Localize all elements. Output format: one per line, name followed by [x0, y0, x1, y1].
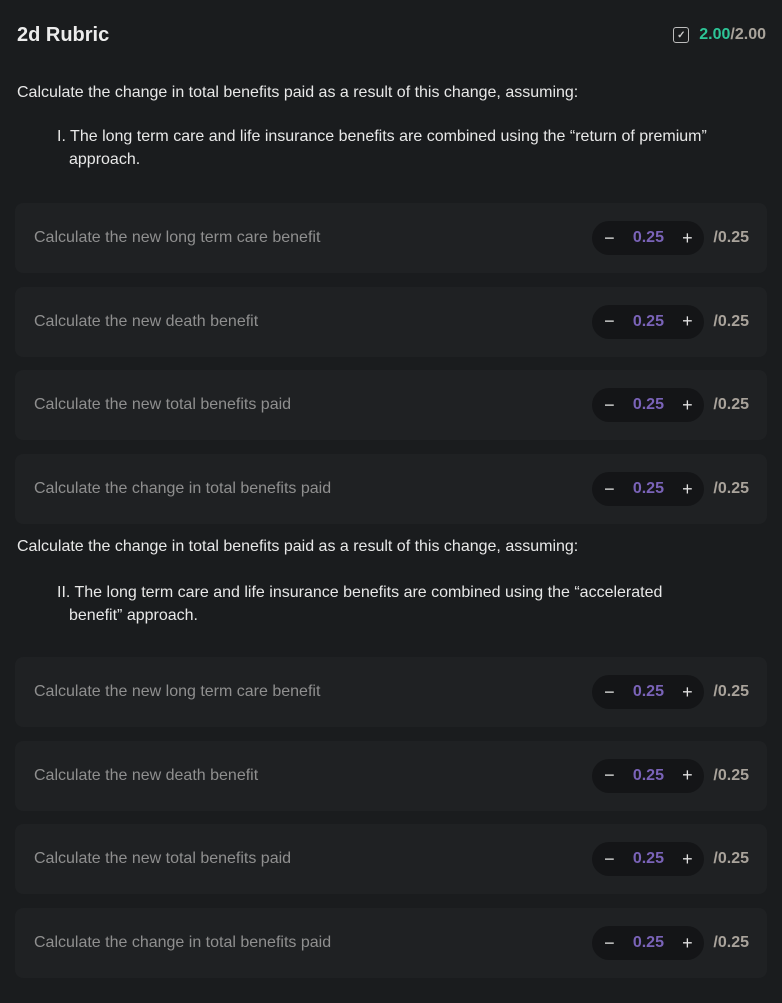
minus-icon[interactable]: − [602, 395, 616, 416]
points-value[interactable]: 0.25 [633, 396, 664, 414]
points-control: − 0.25 + /0.25 [592, 304, 749, 339]
criterion-label: Calculate the change in total benefits p… [34, 480, 332, 498]
points-value[interactable]: 0.25 [633, 934, 664, 952]
question-prompt: Calculate the change in total benefits p… [17, 538, 579, 555]
points-value[interactable]: 0.25 [633, 683, 664, 701]
score-earned: 2.00 [699, 26, 731, 43]
plus-icon[interactable]: + [680, 311, 694, 332]
points-max: /0.25 [713, 766, 749, 784]
points-max: /0.25 [713, 229, 749, 246]
plus-icon[interactable]: + [680, 395, 694, 416]
criterion-label: Calculate the new total benefits paid [34, 850, 292, 868]
plus-icon[interactable]: + [680, 765, 694, 786]
rubric-criterion: Calculate the new total benefits paid − … [15, 370, 767, 441]
question-prompt: Calculate the change in total benefits p… [17, 84, 579, 101]
points-max: /0.25 [713, 683, 749, 700]
points-control: − 0.25 + /0.25 [592, 675, 749, 709]
points-stepper: − 0.25 + [592, 472, 705, 507]
points-control: − 0.25 + /0.25 [592, 221, 749, 255]
plus-icon[interactable]: + [680, 682, 694, 703]
points-control: − 0.25 + /0.25 [592, 388, 749, 423]
criterion-label: Calculate the new death benefit [34, 312, 259, 330]
rubric-criterion: Calculate the change in total benefits p… [15, 908, 767, 979]
rubric-criterion: Calculate the new long term care benefit… [15, 657, 767, 727]
criterion-label: Calculate the new long term care benefit [34, 229, 321, 246]
criterion-label: Calculate the new death benefit [34, 766, 259, 784]
points-stepper: − 0.25 + [592, 388, 705, 423]
points-max: /0.25 [713, 934, 749, 952]
points-value[interactable]: 0.25 [633, 850, 664, 868]
question-assumption: II. The long term care and life insuranc… [57, 584, 663, 624]
plus-icon[interactable]: + [680, 479, 694, 500]
points-max: /0.25 [713, 396, 749, 414]
rubric-criterion: Calculate the new death benefit − 0.25 +… [15, 740, 767, 811]
score-total: /2.00 [730, 26, 766, 43]
rubric-header: 2d Rubric ✓ 2.00 /2.00 [17, 22, 766, 48]
plus-icon[interactable]: + [680, 228, 694, 249]
points-control: − 0.25 + /0.25 [592, 472, 749, 507]
points-max: /0.25 [713, 312, 749, 330]
question-assumption: I. The long term care and life insurance… [57, 128, 707, 168]
criterion-label: Calculate the new total benefits paid [34, 396, 292, 414]
plus-icon[interactable]: + [680, 933, 694, 954]
minus-icon[interactable]: − [602, 311, 616, 332]
rubric-criterion: Calculate the new long term care benefit… [15, 203, 767, 273]
points-value[interactable]: 0.25 [633, 767, 664, 785]
minus-icon[interactable]: − [602, 849, 616, 870]
rubric-title: 2d Rubric [17, 23, 110, 46]
points-max: /0.25 [713, 480, 749, 498]
points-stepper: − 0.25 + [592, 758, 705, 793]
points-max: /0.25 [713, 850, 749, 868]
minus-icon[interactable]: − [602, 765, 616, 786]
points-stepper: − 0.25 + [592, 842, 705, 877]
criterion-label: Calculate the change in total benefits p… [34, 934, 332, 952]
points-control: − 0.25 + /0.25 [592, 758, 749, 793]
total-score: ✓ 2.00 /2.00 [673, 26, 766, 44]
points-stepper: − 0.25 + [592, 926, 705, 961]
rubric-criterion: Calculate the new total benefits paid − … [15, 824, 767, 895]
rubric-criterion: Calculate the new death benefit − 0.25 +… [15, 286, 767, 357]
points-control: − 0.25 + /0.25 [592, 842, 749, 877]
points-value[interactable]: 0.25 [633, 313, 664, 331]
points-stepper: − 0.25 + [592, 304, 705, 339]
points-value[interactable]: 0.25 [633, 480, 664, 498]
points-value[interactable]: 0.25 [633, 229, 664, 247]
plus-icon[interactable]: + [680, 849, 694, 870]
minus-icon[interactable]: − [602, 933, 616, 954]
minus-icon[interactable]: − [602, 682, 616, 703]
rubric-criterion: Calculate the change in total benefits p… [15, 454, 767, 525]
points-stepper: − 0.25 + [592, 221, 705, 255]
points-stepper: − 0.25 + [592, 675, 705, 709]
minus-icon[interactable]: − [602, 228, 616, 249]
criterion-label: Calculate the new long term care benefit [34, 683, 321, 700]
minus-icon[interactable]: − [602, 479, 616, 500]
points-control: − 0.25 + /0.25 [592, 926, 749, 961]
checkbox-checked-icon[interactable]: ✓ [673, 27, 690, 43]
